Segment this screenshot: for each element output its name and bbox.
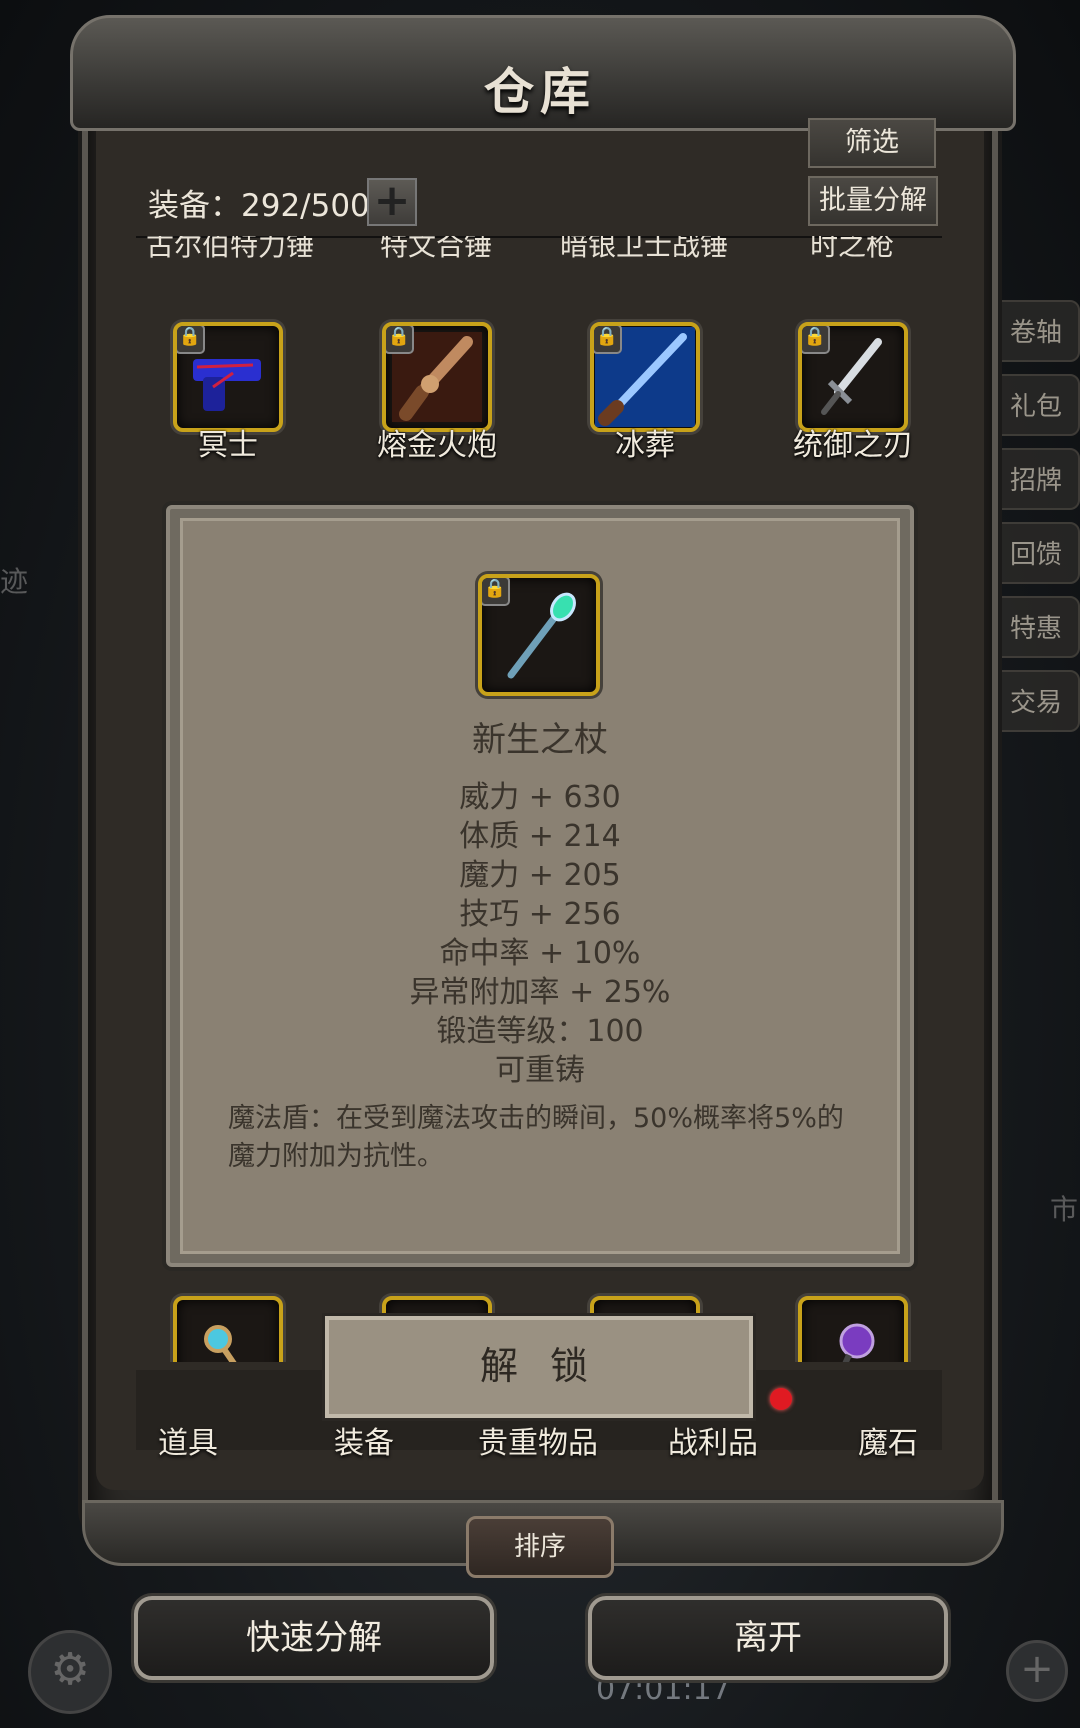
stat-line: 命中率 + 10%	[439, 936, 641, 971]
side-tab: 礼包	[990, 374, 1080, 436]
tab-magic-stones[interactable]: 魔石	[858, 1418, 918, 1462]
side-tab: 招牌	[990, 448, 1080, 510]
background-left-text: 迹	[0, 565, 29, 598]
sort-button[interactable]: 排序	[466, 1516, 614, 1578]
stat-line: 技巧 + 256	[459, 897, 621, 932]
item-label: 特文合锤	[379, 236, 492, 262]
item-label: 统御之刃	[793, 428, 913, 463]
lock-icon: 🔒	[386, 326, 414, 354]
stat-line: 异常附加率 + 25%	[409, 975, 671, 1010]
tooltip-item-name: 新生之杖	[472, 720, 608, 760]
background-right-text: 市	[1050, 1193, 1079, 1226]
stat-line: 体质 + 214	[459, 819, 621, 854]
leave-button[interactable]: 离开	[588, 1596, 948, 1680]
item-slot-pistol[interactable]: 🔒	[173, 322, 283, 432]
plus-icon: +	[1006, 1640, 1068, 1702]
batch-decompose-button[interactable]: 批量分解	[808, 176, 938, 226]
item-slot[interactable]	[798, 1296, 908, 1362]
side-tab: 卷轴	[990, 300, 1080, 362]
lock-icon: 🔒	[177, 326, 205, 354]
tooltip-stats: 威力 + 630 体质 + 214 魔力 + 205 技巧 + 256 命中率 …	[180, 778, 900, 1090]
lock-icon: 🔒	[482, 578, 510, 606]
stat-line: 威力 + 630	[459, 780, 621, 815]
side-tab: 回馈	[990, 522, 1080, 584]
filter-button[interactable]: 筛选	[808, 118, 936, 168]
item-label: 冰葬	[615, 428, 675, 463]
item-label: 冥士	[198, 428, 258, 463]
notification-badge	[770, 1388, 792, 1410]
scepter-icon	[204, 1325, 237, 1362]
scrolled-row-labels: 古尔伯特力锤 特文合锤 暗银卫士战锤 时之枪	[0, 236, 1080, 266]
item-slot-sword[interactable]: 🔒	[798, 322, 908, 432]
tab-valuables[interactable]: 贵重物品	[478, 1418, 598, 1462]
equipment-count: 装备：292/500	[148, 188, 370, 224]
item-label: 暗银卫士战锤	[559, 236, 728, 262]
tab-equipment[interactable]: 装备	[334, 1418, 394, 1462]
stat-line: 锻造等级：100	[436, 1014, 644, 1049]
background-side-tabs: 卷轴 礼包 招牌 回馈 特惠 交易	[990, 300, 1080, 744]
expand-capacity-button[interactable]: +	[367, 178, 417, 226]
tooltip-skill-description: 魔法盾：在受到魔法攻击的瞬间，50%概率将5%的魔力附加为抗性。	[228, 1103, 844, 1172]
tab-items[interactable]: 道具	[158, 1418, 218, 1462]
stat-line: 可重铸	[495, 1053, 585, 1088]
stat-line: 魔力 + 205	[459, 858, 621, 893]
gear-icon: ⚙	[28, 1630, 112, 1714]
side-tab: 交易	[990, 670, 1080, 732]
lock-icon: 🔒	[594, 326, 622, 354]
tab-loot[interactable]: 战利品	[668, 1418, 758, 1462]
item-label: 古尔伯特力锤	[145, 236, 314, 262]
item-label: 时之枪	[809, 236, 894, 262]
tooltip-item-slot: 🔒	[478, 574, 600, 696]
item-slot-rifle[interactable]: 🔒	[590, 322, 700, 432]
panel-title: 仓库	[484, 62, 596, 121]
item-slot-cannon[interactable]: 🔒	[382, 322, 492, 432]
item-slot[interactable]	[173, 1296, 283, 1362]
side-tab: 特惠	[990, 596, 1080, 658]
item-label: 熔金火炮	[377, 428, 497, 463]
orb-staff-icon	[839, 1323, 875, 1362]
lock-icon: 🔒	[802, 326, 830, 354]
unlock-button[interactable]: 解 锁	[325, 1316, 753, 1418]
quick-decompose-button[interactable]: 快速分解	[134, 1596, 494, 1680]
